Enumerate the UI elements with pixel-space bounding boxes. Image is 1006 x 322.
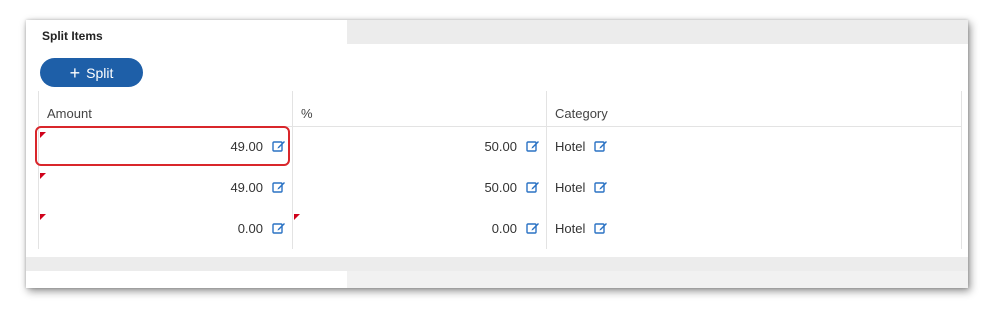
next-section-tabbar: [347, 271, 968, 288]
edit-icon[interactable]: [526, 180, 540, 194]
category-value: Hotel: [555, 179, 586, 195]
amount-value: 49.00: [230, 179, 263, 195]
edit-icon[interactable]: [272, 180, 286, 194]
edit-icon[interactable]: [272, 221, 286, 235]
edit-icon[interactable]: [594, 180, 608, 194]
amount-cell[interactable]: 49.00: [38, 167, 286, 207]
percent-value: 0.00: [491, 220, 517, 236]
percent-cell[interactable]: 0.00: [292, 208, 540, 248]
amount-cell[interactable]: 0.00: [38, 208, 286, 248]
next-section-tab[interactable]: [26, 271, 347, 288]
tab-title: Split Items: [42, 29, 103, 43]
percent-value: 50.00: [484, 138, 517, 154]
category-cell[interactable]: Hotel: [555, 126, 755, 166]
section-divider: [26, 257, 968, 271]
edit-icon[interactable]: [594, 221, 608, 235]
split-button-label: Split: [86, 64, 114, 81]
column-header-category[interactable]: Category: [555, 106, 608, 121]
column-header-percent[interactable]: %: [301, 106, 313, 121]
edit-icon[interactable]: [526, 139, 540, 153]
split-items-table: Amount % Category 49.00 50.00 Hotel 49.0…: [38, 91, 962, 249]
percent-cell[interactable]: 50.00: [292, 126, 540, 166]
category-value: Hotel: [555, 220, 586, 236]
percent-cell[interactable]: 50.00: [292, 167, 540, 207]
edit-icon[interactable]: [526, 221, 540, 235]
highlight-box: [35, 126, 290, 166]
plus-icon: +: [69, 62, 81, 83]
edit-icon[interactable]: [594, 139, 608, 153]
add-split-button[interactable]: + Split: [40, 58, 143, 87]
category-value: Hotel: [555, 138, 586, 154]
tab-split-items[interactable]: Split Items: [26, 20, 347, 44]
column-header-amount[interactable]: Amount: [47, 106, 92, 121]
amount-value: 0.00: [237, 220, 263, 236]
percent-value: 50.00: [484, 179, 517, 195]
category-cell[interactable]: Hotel: [555, 167, 755, 207]
category-cell[interactable]: Hotel: [555, 208, 755, 248]
